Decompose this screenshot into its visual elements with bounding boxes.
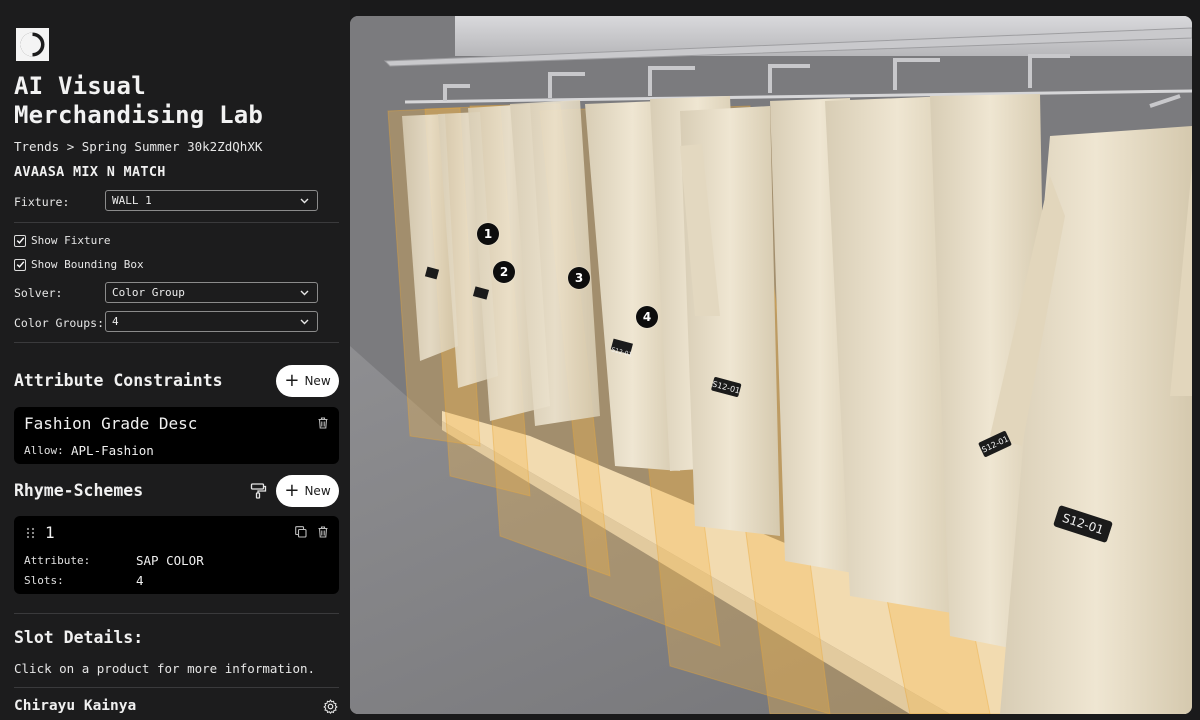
slot-marker-2[interactable]: 2 — [493, 261, 515, 283]
fixture-label: Fixture: — [14, 195, 70, 209]
attribute-constraint-card[interactable]: Fashion Grade Desc Allow: APL-Fashion — [14, 407, 339, 464]
app-title: AI Visual Merchandising Lab — [14, 72, 264, 129]
slot-details-hint: Click on a product for more information. — [14, 661, 316, 676]
show-fixture-checkbox[interactable]: Show Fixture — [14, 234, 110, 247]
slot-marker-3[interactable]: 3 — [568, 267, 590, 289]
plus-icon: + — [284, 370, 300, 391]
chevron-down-icon — [300, 290, 309, 296]
color-groups-label: Color Groups: — [14, 316, 105, 330]
paint-roller-icon[interactable] — [250, 482, 267, 499]
show-bounding-box-label: Show Bounding Box — [31, 258, 144, 271]
solver-select-value: Color Group — [112, 286, 185, 299]
chevron-down-icon — [300, 319, 309, 325]
collection-name: AVAASA MIX N MATCH — [14, 164, 166, 180]
slot-marker-1[interactable]: 1 — [477, 223, 499, 245]
divider — [14, 613, 339, 614]
rhyme-scheme-card[interactable]: 1 Attribute: SAP COLOR Slots: 4 — [14, 516, 339, 594]
slot-details-title: Slot Details: — [14, 628, 144, 647]
trash-icon[interactable] — [316, 525, 330, 539]
slots-label: Slots: — [24, 574, 64, 587]
checkbox-checked-icon — [14, 234, 26, 247]
attribute-label: Attribute: — [24, 554, 91, 567]
copy-icon[interactable] — [294, 525, 308, 539]
solver-select[interactable]: Color Group — [105, 282, 318, 303]
rhyme-scheme-index: 1 — [45, 523, 55, 542]
new-attribute-constraint-button[interactable]: + New — [276, 365, 339, 397]
new-button-label: New — [304, 374, 331, 388]
divider — [14, 687, 339, 688]
fixture-scene: S12-01 S12-01 S12-01 S12-01 — [350, 16, 1192, 714]
attribute-constraints-title: Attribute Constraints — [14, 371, 223, 390]
plus-icon: + — [284, 480, 300, 501]
fixture-3d-viewport[interactable]: S12-01 S12-01 S12-01 S12-01 1 2 3 4 — [350, 16, 1192, 714]
color-groups-select-value: 4 — [112, 315, 119, 328]
allow-value: APL-Fashion — [71, 443, 154, 458]
checkbox-checked-icon — [14, 258, 26, 271]
breadcrumb-current[interactable]: Spring Summer 30k2ZdQhXK — [82, 139, 263, 154]
fixture-select-value: WALL 1 — [112, 194, 152, 207]
half-circle-logo-icon — [16, 28, 49, 61]
allow-label: Allow: — [24, 444, 64, 457]
slots-value: 4 — [136, 573, 144, 588]
rhyme-schemes-title: Rhyme-Schemes — [14, 481, 144, 500]
solver-label: Solver: — [14, 286, 63, 300]
attribute-value: SAP COLOR — [136, 553, 204, 568]
new-rhyme-scheme-button[interactable]: + New — [276, 475, 339, 507]
show-fixture-label: Show Fixture — [31, 234, 111, 247]
show-bounding-box-checkbox[interactable]: Show Bounding Box — [14, 258, 144, 271]
new-button-label: New — [304, 484, 331, 498]
constraint-name: Fashion Grade Desc — [24, 414, 198, 433]
drag-handle-icon[interactable] — [26, 527, 35, 539]
slot-marker-4[interactable]: 4 — [636, 306, 658, 328]
breadcrumb-separator: > — [66, 139, 75, 154]
chevron-down-icon — [300, 198, 309, 204]
divider — [14, 342, 339, 343]
user-name: Chirayu Kainya — [14, 698, 137, 714]
gear-icon[interactable] — [323, 699, 338, 714]
breadcrumb-trends-link[interactable]: Trends — [14, 139, 59, 154]
sidebar: AI Visual Merchandising Lab Trends > Spr… — [0, 0, 350, 720]
fixture-select[interactable]: WALL 1 — [105, 190, 318, 211]
divider — [14, 222, 339, 223]
trash-icon[interactable] — [316, 416, 330, 430]
breadcrumb: Trends > Spring Summer 30k2ZdQhXK — [14, 139, 262, 154]
color-groups-select[interactable]: 4 — [105, 311, 318, 332]
